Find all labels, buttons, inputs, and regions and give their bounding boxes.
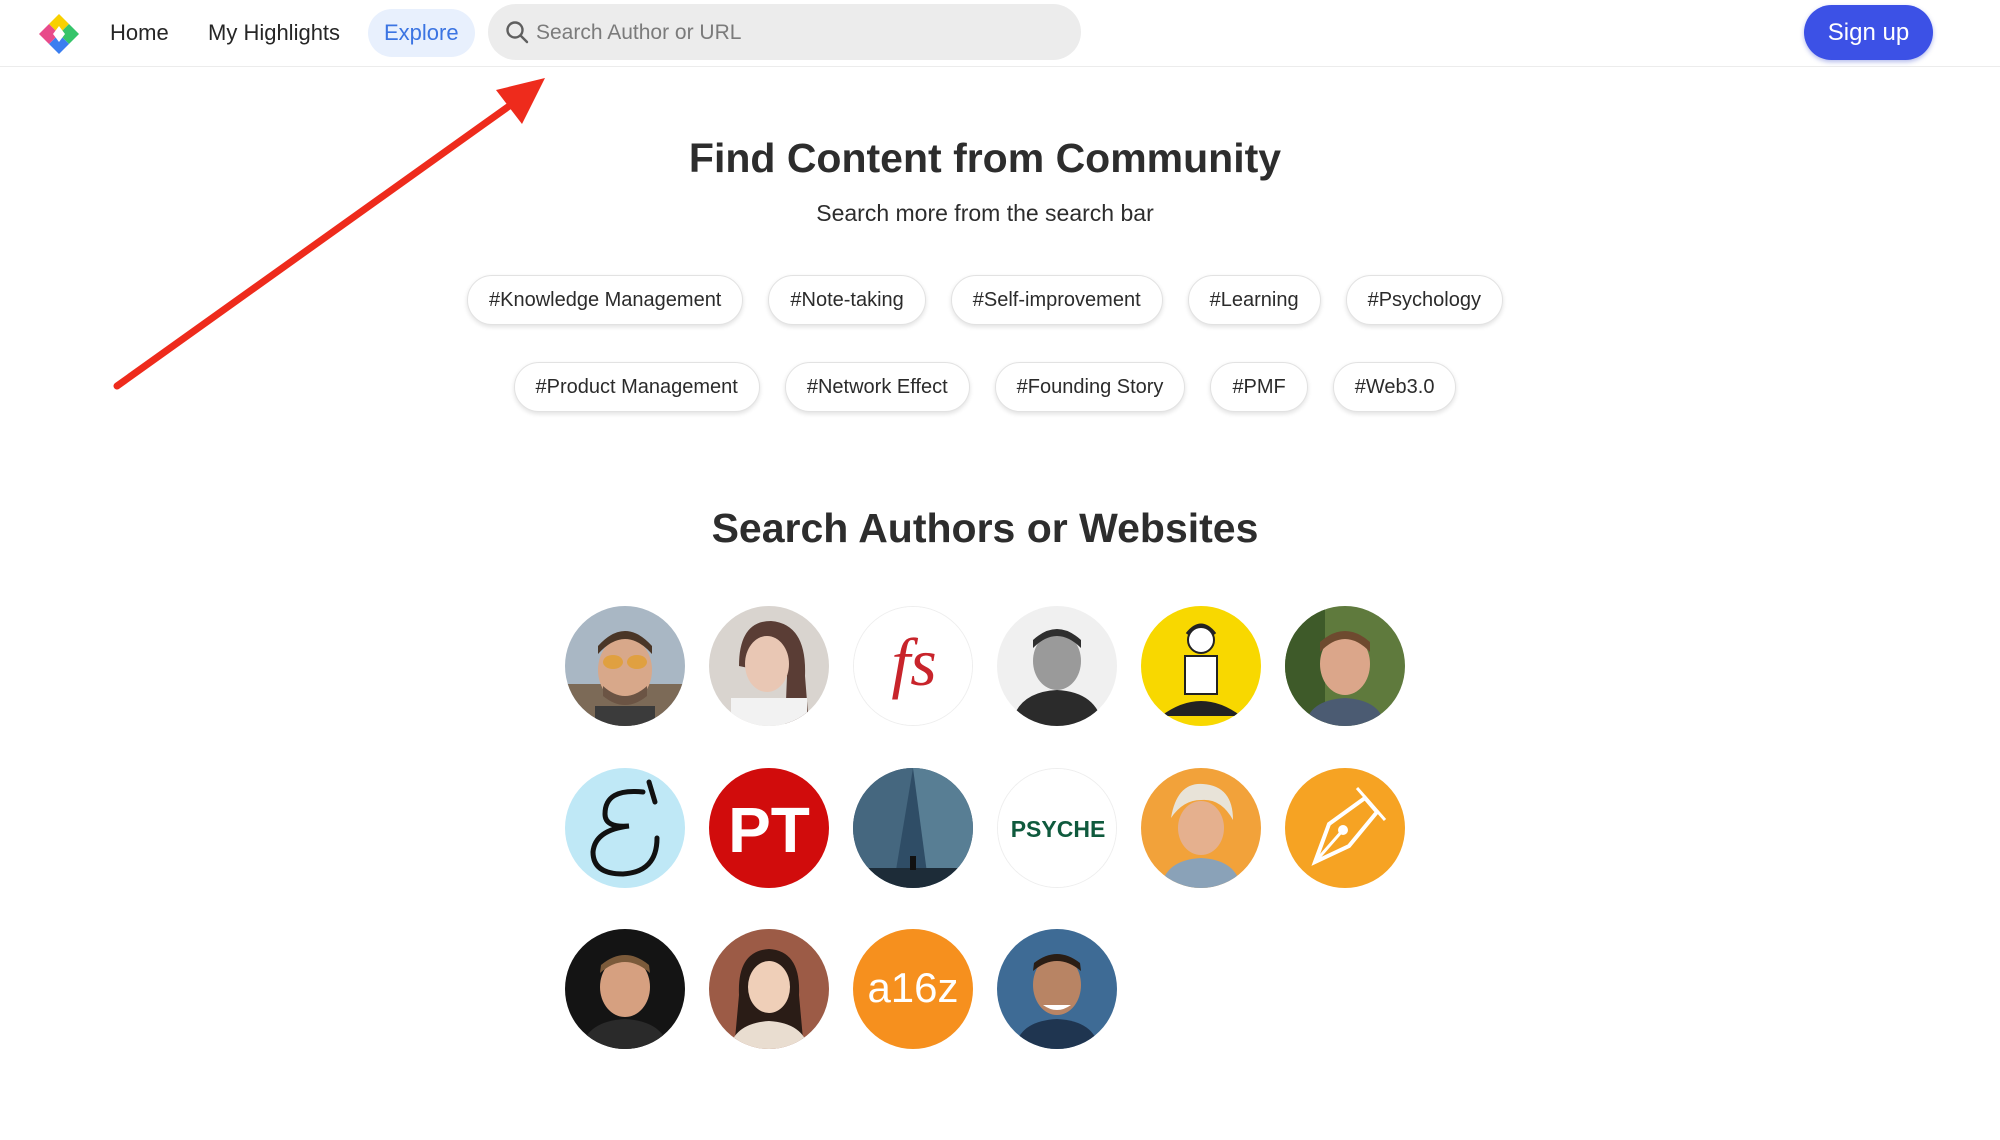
author-avatar[interactable] xyxy=(997,929,1117,1049)
script-e-logo-icon xyxy=(565,768,685,888)
author-avatar[interactable]: a16z xyxy=(853,929,973,1049)
find-content-title: Find Content from Community xyxy=(688,135,1282,181)
author-avatar[interactable] xyxy=(1141,768,1261,888)
tag-psychology[interactable]: #Psychology xyxy=(1345,275,1503,325)
avatar-man-blue-icon xyxy=(997,929,1117,1049)
author-avatar[interactable] xyxy=(565,929,685,1049)
search-input[interactable] xyxy=(534,4,1058,62)
avatar-illustration-yellow-icon xyxy=(1141,606,1261,726)
psychology-today-logo-icon: PT xyxy=(709,768,829,888)
author-avatar[interactable]: PSYCHE xyxy=(997,768,1117,888)
avatar-man-bw-icon xyxy=(997,606,1117,726)
author-avatar[interactable] xyxy=(709,929,829,1049)
nav-explore-link[interactable]: Explore xyxy=(368,9,475,57)
tag-product-management[interactable]: #Product Management xyxy=(513,362,760,412)
avatar-woman-orange-icon xyxy=(1141,768,1261,888)
search-bar[interactable] xyxy=(488,4,1081,62)
author-avatar[interactable] xyxy=(709,606,829,726)
top-navigation-bar: Home My Highlights Explore Sign up xyxy=(0,0,2000,67)
svg-text:PSYCHE: PSYCHE xyxy=(1011,816,1106,842)
author-avatar[interactable]: fs xyxy=(853,606,973,726)
avatar-woman-icon xyxy=(709,606,829,726)
nav-my-highlights-link[interactable]: My Highlights xyxy=(208,9,340,57)
tag-note-taking[interactable]: #Note-taking xyxy=(768,275,926,325)
tag-self-improvement[interactable]: #Self-improvement xyxy=(950,275,1163,325)
tag-knowledge-management[interactable]: #Knowledge Management xyxy=(466,275,744,325)
author-avatar[interactable] xyxy=(1141,606,1261,726)
search-icon xyxy=(506,21,529,44)
author-avatar[interactable] xyxy=(1285,606,1405,726)
tag-row: #Product Management #Network Effect #Fou… xyxy=(0,362,1970,412)
search-authors-title: Search Authors or Websites xyxy=(711,505,1259,551)
glacier-landscape-icon xyxy=(853,768,973,888)
a16z-logo-icon: a16z xyxy=(853,929,973,1049)
farnam-street-logo-icon: fs xyxy=(854,607,972,725)
svg-text:PT: PT xyxy=(728,794,810,866)
avatar-woman-brick-icon xyxy=(709,929,829,1049)
tag-web3[interactable]: #Web3.0 xyxy=(1332,362,1457,412)
tag-founding-story[interactable]: #Founding Story xyxy=(994,362,1186,412)
app-logo-icon[interactable] xyxy=(35,12,83,56)
author-avatar[interactable] xyxy=(853,768,973,888)
author-avatar[interactable] xyxy=(997,606,1117,726)
tag-row: #Knowledge Management #Note-taking #Self… xyxy=(0,275,1970,325)
avatar-man-sunglasses-icon xyxy=(565,606,685,726)
tag-network-effect[interactable]: #Network Effect xyxy=(784,362,970,412)
nav-home-link[interactable]: Home xyxy=(110,9,169,57)
author-avatar[interactable] xyxy=(565,606,685,726)
author-avatar[interactable] xyxy=(1285,768,1405,888)
author-avatar[interactable] xyxy=(565,768,685,888)
tag-pmf[interactable]: #PMF xyxy=(1210,362,1308,412)
svg-text:fs: fs xyxy=(891,624,936,700)
avatar-man-dark-icon xyxy=(565,929,685,1049)
find-content-subtitle: Search more from the search bar xyxy=(816,200,1154,226)
author-avatar[interactable]: PT xyxy=(709,768,829,888)
sign-up-button[interactable]: Sign up xyxy=(1804,5,1933,60)
avatar-man-smiling-icon xyxy=(1285,606,1405,726)
svg-text:a16z: a16z xyxy=(867,964,958,1011)
psyche-logo-icon: PSYCHE xyxy=(998,769,1116,887)
tag-learning[interactable]: #Learning xyxy=(1187,275,1321,325)
pen-nib-logo-icon xyxy=(1285,768,1405,888)
